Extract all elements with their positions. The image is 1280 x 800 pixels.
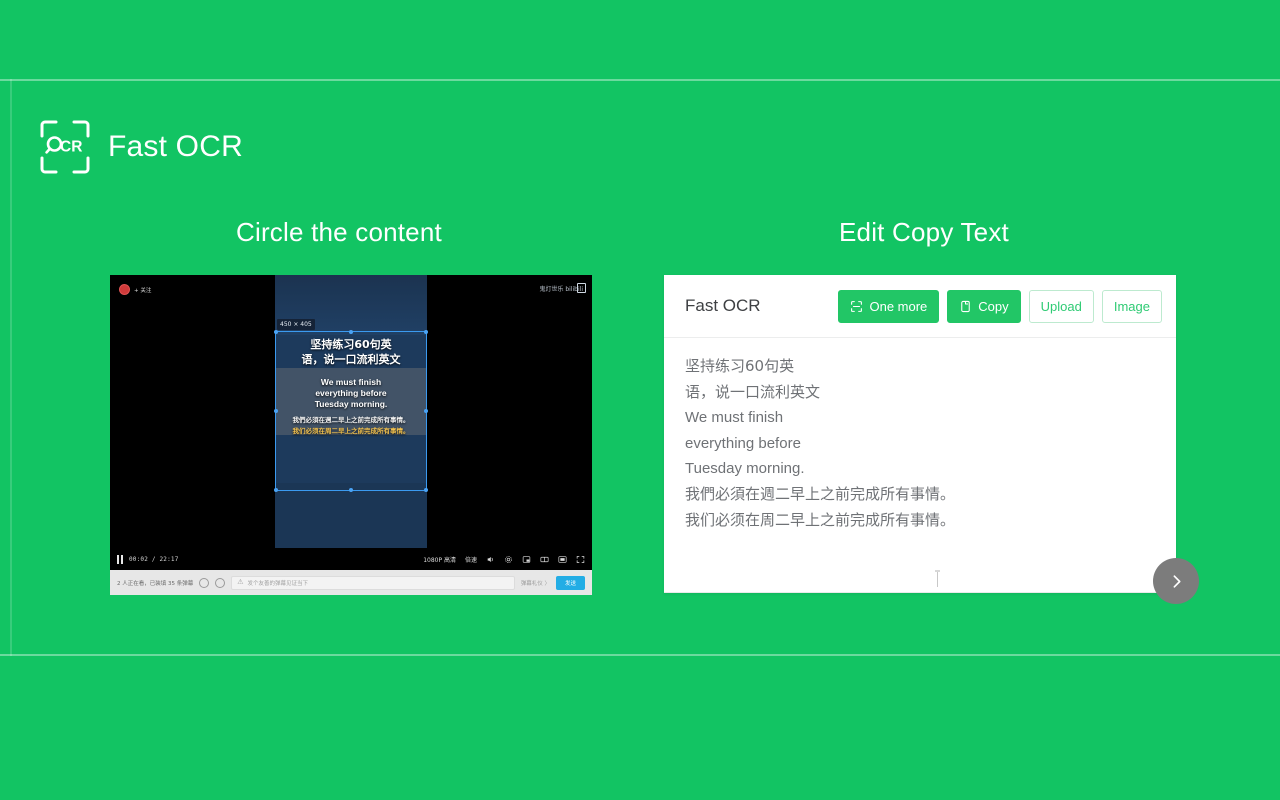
selection-handle-top-right[interactable]	[424, 330, 428, 334]
video-stage: + 关注 鬼灯世乐 bilibili 坚持练习60句英 语，说一口流利英文 We…	[110, 275, 592, 548]
panel-footer-divider	[664, 592, 1176, 593]
ocr-line: 语，说一口流利英文	[685, 382, 821, 401]
danmaku-placeholder: 发个友善的弹幕见证当下	[247, 580, 309, 587]
brand: CR Fast OCR	[38, 118, 243, 176]
picture-in-picture-icon[interactable]	[522, 555, 531, 564]
wide-screen-icon[interactable]	[540, 555, 549, 564]
one-more-button[interactable]: One more	[838, 289, 940, 323]
fullscreen-icon[interactable]	[576, 555, 585, 564]
heading-edit-copy-text: Edit Copy Text	[839, 217, 1009, 247]
selection-handle-top-left[interactable]	[274, 330, 278, 334]
volume-icon[interactable]	[486, 555, 495, 564]
danmaku-toggle-icon[interactable]	[215, 577, 226, 588]
ocr-line: We must finish	[685, 409, 784, 427]
ocr-result-panel: Fast OCR One more Copy Upload Image 坚持练习…	[664, 275, 1176, 593]
video-lower-gradient	[275, 483, 427, 548]
guide-line-top	[0, 79, 1280, 81]
player-control-bar: 00:02 / 22:17 1080P 高清 倍速	[110, 548, 592, 570]
copy-icon	[959, 300, 972, 313]
image-label: Image	[1113, 298, 1150, 314]
image-button[interactable]: Image	[1101, 289, 1162, 323]
chevron-right-icon	[1168, 573, 1185, 590]
selection-handle-bottom-left[interactable]	[274, 488, 278, 492]
quality-selector[interactable]: 1080P 高清	[423, 555, 456, 564]
selection-handle-bottom-right[interactable]	[424, 488, 428, 492]
danmaku-send-button[interactable]: 发送	[555, 575, 585, 590]
player-controls-left: 00:02 / 22:17	[117, 554, 179, 564]
upload-button[interactable]: Upload	[1028, 289, 1094, 323]
selection-rectangle[interactable]: 450 × 405	[274, 319, 428, 492]
selection-handle-bottom-center[interactable]	[349, 488, 353, 492]
one-more-label: One more	[869, 298, 928, 314]
ocr-line: 我们必须在周二早上之前完成所有事情。	[685, 510, 956, 529]
ocr-panel-header: Fast OCR One more Copy Upload Image	[664, 275, 1176, 338]
brand-title: Fast OCR	[108, 130, 243, 163]
playback-time: 00:02 / 22:17	[129, 555, 179, 563]
danmaku-etiquette-link[interactable]: 弹幕礼仪 〉	[521, 579, 550, 587]
ocr-panel-title: Fast OCR	[685, 296, 761, 315]
ocr-line: 坚持练习60句英	[685, 357, 795, 375]
text-caret	[935, 570, 940, 587]
svg-text:CR: CR	[60, 139, 82, 156]
speed-selector[interactable]: 倍速	[465, 555, 477, 564]
selection-handle-top-center[interactable]	[349, 330, 353, 334]
warning-icon: ⚠	[237, 578, 244, 586]
selection-handle-middle-right[interactable]	[424, 409, 428, 413]
upload-label: Upload	[1040, 298, 1082, 314]
player-controls-right: 1080P 高清 倍速	[423, 555, 585, 564]
ocr-line: 我們必須在週二早上之前完成所有事情。	[685, 484, 956, 503]
follow-label[interactable]: + 关注	[134, 286, 151, 294]
guide-line-left	[10, 79, 12, 656]
copy-label: Copy	[978, 298, 1009, 314]
video-uploader-badge: + 关注	[119, 284, 151, 295]
app-root: CR Fast OCR Circle the content Edit Copy…	[0, 0, 1280, 800]
danmaku-bar: 2 人正在看，已装填 35 条弹幕 ⚠ 发个友善的弹幕见证当下 弹幕礼仪 〉 发…	[110, 570, 592, 595]
web-fullscreen-icon[interactable]	[558, 555, 567, 564]
gear-icon[interactable]	[504, 555, 513, 564]
bookmark-icon	[577, 283, 586, 293]
guide-line-bottom	[0, 654, 1280, 656]
next-slide-button[interactable]	[1153, 558, 1199, 604]
selection-handle-middle-left[interactable]	[274, 409, 278, 413]
scan-icon	[850, 300, 863, 313]
danmaku-count: 2 人正在看，已装填 35 条弹幕	[117, 580, 194, 587]
ocr-result-text[interactable]: 坚持练习60句英 语，说一口流利英文 We must finish everyt…	[664, 338, 1176, 593]
pause-icon[interactable]	[117, 554, 123, 564]
ocr-line: everything before	[685, 434, 801, 452]
ocr-line: Tuesday morning.	[685, 460, 805, 478]
heading-circle-the-content: Circle the content	[236, 217, 442, 247]
danmaku-input[interactable]: ⚠ 发个友善的弹幕见证当下	[231, 575, 515, 590]
avatar	[119, 284, 130, 295]
ocr-action-buttons: One more Copy Upload Image	[838, 289, 1162, 323]
ocr-viewfinder-icon: CR	[38, 118, 92, 176]
copy-button[interactable]: Copy	[947, 289, 1021, 323]
video-player-screenshot: + 关注 鬼灯世乐 bilibili 坚持练习60句英 语，说一口流利英文 We…	[110, 275, 592, 595]
selection-size-label: 450 × 405	[277, 319, 315, 330]
danmaku-settings-icon[interactable]	[199, 577, 210, 588]
